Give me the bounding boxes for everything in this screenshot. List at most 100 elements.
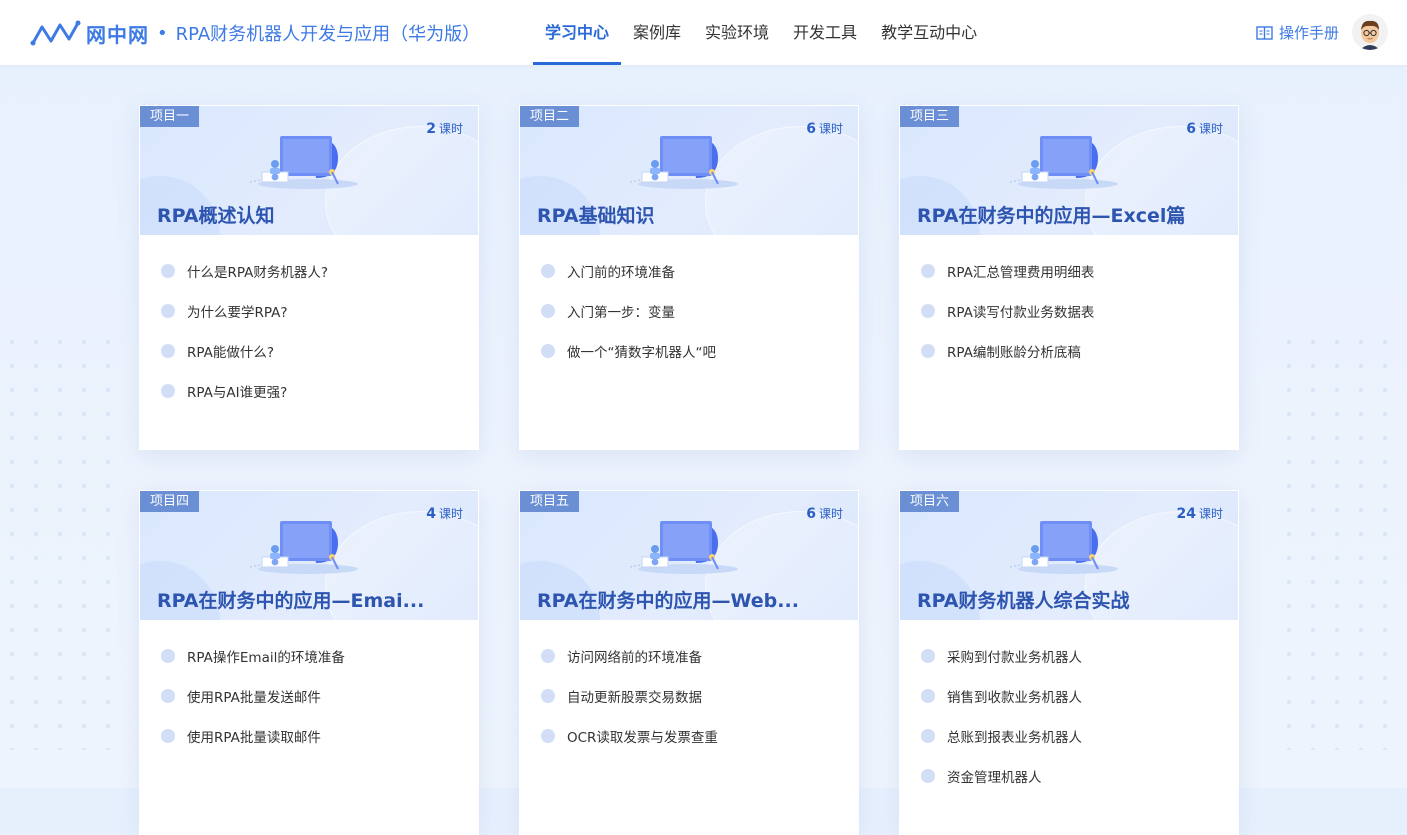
card-header: 项目一 2 课时 RPA概述认知: [140, 106, 478, 235]
bullet-dot: [541, 264, 555, 278]
nav-teaching-interaction[interactable]: 教学互动中心: [869, 0, 989, 65]
lesson-item[interactable]: 做一个“猜数字机器人“吧: [520, 331, 858, 371]
project-card[interactable]: 项目三 6 课时 RPA在财务中的应用—Excel篇 RPA汇总管理费用明细表 R…: [899, 105, 1239, 450]
card-title: RPA概述认知: [157, 205, 275, 227]
lesson-list: 入门前的环境准备 入门第一步：变量 做一个“猜数字机器人“吧: [520, 235, 858, 371]
lesson-item[interactable]: 为什么要学RPA?: [140, 291, 478, 331]
lesson-item[interactable]: 入门前的环境准备: [520, 251, 858, 291]
project-card[interactable]: 项目六 24 课时 RPA财务机器人综合实战 采购到付款业务机器人 销售到收款业务…: [899, 490, 1239, 835]
user-avatar[interactable]: [1352, 14, 1388, 50]
bullet-dot: [921, 689, 935, 703]
lesson-item[interactable]: 销售到收款业务机器人: [900, 676, 1238, 716]
bullet-dot: [161, 264, 175, 278]
lesson-label: 访问网络前的环境准备: [567, 650, 702, 666]
lesson-list: RPA操作Email的环境准备 使用RPA批量发送邮件 使用RPA批量读取邮件: [140, 620, 478, 756]
lesson-label: 入门第一步：变量: [567, 305, 675, 321]
lesson-label: 使用RPA批量发送邮件: [187, 690, 321, 706]
project-tag: 项目一: [140, 106, 200, 127]
manual-label: 操作手册: [1279, 24, 1340, 42]
project-tag: 项目三: [900, 106, 960, 127]
hours-unit: 课时: [438, 122, 463, 136]
bullet-dot: [921, 769, 935, 783]
hours-unit: 课时: [1198, 507, 1223, 521]
nav-case-library[interactable]: 案例库: [621, 0, 693, 65]
bullet-dot: [161, 689, 175, 703]
lesson-item[interactable]: RPA操作Email的环境准备: [140, 636, 478, 676]
bullet-dot: [161, 304, 175, 318]
avatar-icon: [1352, 14, 1388, 50]
bullet-dot: [161, 384, 175, 398]
card-header: 项目四 4 课时 RPA在财务中的应用—Emai...: [140, 491, 478, 620]
lesson-label: 总账到报表业务机器人: [947, 730, 1082, 746]
hours-badge: 2 课时: [426, 120, 463, 137]
hours-badge: 6 课时: [806, 120, 843, 137]
bullet-dot: [921, 264, 935, 278]
project-tag: 项目六: [900, 491, 960, 512]
lesson-item[interactable]: 资金管理机器人: [900, 756, 1238, 796]
lesson-label: 使用RPA批量读取邮件: [187, 730, 321, 746]
lesson-item[interactable]: RPA与AI谁更强?: [140, 371, 478, 411]
lesson-label: RPA编制账龄分析底稿: [947, 345, 1081, 361]
bullet-dot: [921, 344, 935, 358]
bullet-dot: [161, 649, 175, 663]
project-tag: 项目五: [520, 491, 580, 512]
card-title: RPA在财务中的应用—Excel篇: [917, 205, 1186, 227]
lesson-item[interactable]: 使用RPA批量读取邮件: [140, 716, 478, 756]
hours-badge: 6 课时: [1186, 120, 1223, 137]
project-card[interactable]: 项目四 4 课时 RPA在财务中的应用—Emai... RPA操作Email的环境…: [139, 490, 479, 835]
bullet-dot: [541, 649, 555, 663]
card-title: RPA基础知识: [537, 205, 655, 227]
hours-count: 24: [1176, 506, 1196, 522]
background-dots-left: [0, 330, 130, 750]
computer-illustration-icon: [629, 521, 738, 574]
lesson-item[interactable]: 什么是RPA财务机器人?: [140, 251, 478, 291]
lesson-item[interactable]: OCR读取发票与发票查重: [520, 716, 858, 756]
project-card[interactable]: 项目一 2 课时 RPA概述认知 什么是RPA财务机器人? 为什么要学RPA? R…: [139, 105, 479, 450]
nav-learning-center[interactable]: 学习中心: [533, 0, 622, 65]
bullet-dot: [921, 304, 935, 318]
computer-illustration-icon: [249, 136, 358, 189]
lesson-list: 采购到付款业务机器人 销售到收款业务机器人 总账到报表业务机器人 资金管理机器人: [900, 620, 1238, 796]
lesson-label: 为什么要学RPA?: [187, 305, 288, 321]
hours-unit: 课时: [438, 507, 463, 521]
bullet-dot: [541, 304, 555, 318]
project-card[interactable]: 项目二 6 课时 RPA基础知识 入门前的环境准备 入门第一步：变量 做一个“猜数…: [519, 105, 859, 450]
lesson-item[interactable]: 总账到报表业务机器人: [900, 716, 1238, 756]
hours-count: 6: [1186, 121, 1196, 137]
lesson-list: 什么是RPA财务机器人? 为什么要学RPA? RPA能做什么? RPA与AI谁更…: [140, 235, 478, 411]
hours-count: 2: [426, 121, 436, 137]
book-icon: [1256, 25, 1273, 40]
logo[interactable]: 网中网 • RPA财务机器人开发与应用（华为版）: [30, 17, 480, 49]
computer-illustration-icon: [1009, 521, 1118, 574]
lesson-item[interactable]: 使用RPA批量发送邮件: [140, 676, 478, 716]
lesson-label: RPA读写付款业务数据表: [947, 305, 1095, 321]
nav-lab-environment[interactable]: 实验环境: [693, 0, 781, 65]
nav-dev-tools[interactable]: 开发工具: [781, 0, 869, 65]
course-title: RPA财务机器人开发与应用（华为版）: [175, 24, 481, 45]
bullet-dot: [161, 344, 175, 358]
lesson-label: OCR读取发票与发票查重: [567, 730, 718, 746]
project-card[interactable]: 项目五 6 课时 RPA在财务中的应用—Web... 访问网络前的环境准备 自动更…: [519, 490, 859, 835]
manual-link[interactable]: 操作手册: [1256, 22, 1339, 43]
lesson-label: 资金管理机器人: [947, 770, 1042, 786]
hours-count: 6: [806, 506, 816, 522]
lesson-item[interactable]: 入门第一步：变量: [520, 291, 858, 331]
lesson-label: RPA汇总管理费用明细表: [947, 265, 1095, 281]
lesson-label: 采购到付款业务机器人: [947, 650, 1082, 666]
card-title: RPA财务机器人综合实战: [917, 590, 1130, 612]
card-header: 项目六 24 课时 RPA财务机器人综合实战: [900, 491, 1238, 620]
project-tag: 项目二: [520, 106, 580, 127]
lesson-item[interactable]: 访问网络前的环境准备: [520, 636, 858, 676]
lesson-item[interactable]: RPA编制账龄分析底稿: [900, 331, 1238, 371]
lesson-item[interactable]: RPA汇总管理费用明细表: [900, 251, 1238, 291]
main-nav: 学习中心 案例库 实验环境 开发工具 教学互动中心: [533, 0, 989, 65]
lesson-item[interactable]: RPA读写付款业务数据表: [900, 291, 1238, 331]
bullet-dot: [541, 689, 555, 703]
top-header: 网中网 • RPA财务机器人开发与应用（华为版） 学习中心 案例库 实验环境 开…: [0, 0, 1407, 65]
lesson-label: 做一个“猜数字机器人“吧: [567, 345, 716, 361]
lesson-item[interactable]: 采购到付款业务机器人: [900, 636, 1238, 676]
card-title: RPA在财务中的应用—Web...: [537, 590, 799, 612]
lesson-item[interactable]: 自动更新股票交易数据: [520, 676, 858, 716]
lesson-item[interactable]: RPA能做什么?: [140, 331, 478, 371]
computer-illustration-icon: [629, 136, 738, 189]
